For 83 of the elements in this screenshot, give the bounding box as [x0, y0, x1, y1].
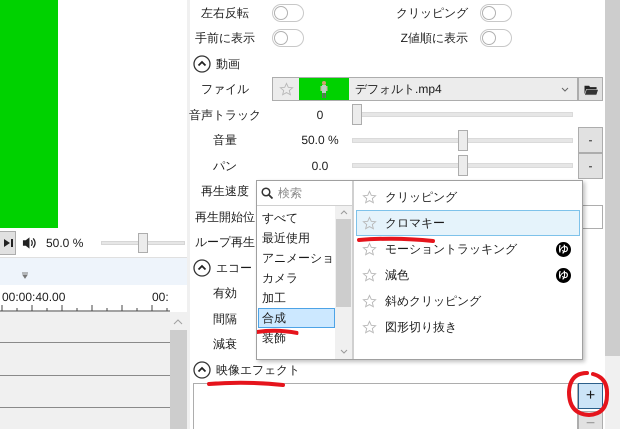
- property-label: パン: [212, 158, 238, 175]
- property-label: 間隔: [212, 310, 238, 328]
- collapse-icon[interactable]: [193, 54, 211, 73]
- star-icon[interactable]: [362, 268, 377, 282]
- effect-name: 斜めクリッピング: [385, 293, 482, 310]
- scrollbar-thumb[interactable]: [336, 219, 351, 307]
- section-title: 映像エフェクト: [216, 360, 300, 379]
- speaker-icon[interactable]: [22, 236, 36, 250]
- search-field[interactable]: 検索: [278, 184, 348, 202]
- time-label: 00:00:40.00: [2, 289, 66, 306]
- slider-thumb[interactable]: [458, 130, 468, 151]
- scrollbar-thumb[interactable]: [605, 0, 620, 356]
- badge: ゆ: [556, 268, 571, 282]
- toggle-switch[interactable]: [480, 4, 512, 22]
- toggle-switch[interactable]: [272, 29, 304, 48]
- property-label: Z値順に表示: [400, 30, 468, 48]
- category-item[interactable]: すべて: [258, 208, 335, 228]
- property-label: 有効: [212, 285, 238, 302]
- sort-icon[interactable]: [21, 272, 29, 279]
- collapse-icon[interactable]: [193, 360, 211, 379]
- effect-name: 図形切り抜き: [385, 319, 458, 336]
- slider-thumb[interactable]: [458, 155, 468, 176]
- star-icon[interactable]: [362, 216, 377, 230]
- scroll-up-icon[interactable]: [172, 318, 184, 326]
- scrollbar-thumb[interactable]: [170, 330, 187, 429]
- collapse-icon[interactable]: [193, 258, 211, 277]
- property-label: 再生速度: [200, 183, 250, 200]
- category-item[interactable]: 装飾: [258, 328, 335, 348]
- slider-thumb[interactable]: [138, 232, 148, 252]
- effect-name: 減色: [385, 267, 410, 284]
- category-item[interactable]: 最近使用: [258, 228, 335, 248]
- property-label: 音声トラック: [189, 106, 261, 124]
- scroll-up-icon[interactable]: [340, 209, 348, 215]
- reset-button[interactable]: -: [578, 152, 603, 179]
- category-item[interactable]: 加工: [258, 288, 335, 308]
- skip-end-button[interactable]: [0, 230, 16, 254]
- chevron-down-icon: [561, 86, 569, 92]
- badge: ゆ: [556, 242, 571, 256]
- scroll-down-icon[interactable]: [340, 349, 348, 355]
- section-title: エコー: [216, 260, 252, 277]
- property-label: ループ再生: [194, 234, 256, 252]
- star-icon[interactable]: [362, 294, 377, 308]
- effect-name: モーショントラッキング: [385, 241, 518, 258]
- open-folder-button[interactable]: [578, 77, 603, 102]
- slider-track[interactable]: [352, 104, 573, 126]
- star-icon[interactable]: [278, 82, 294, 97]
- slider-value: 50.0 %: [300, 132, 340, 150]
- search-icon: [261, 187, 273, 199]
- add-button[interactable]: +: [578, 382, 603, 408]
- volume-slider[interactable]: [101, 232, 186, 252]
- property-label: 左右反転: [200, 4, 250, 22]
- reset-button[interactable]: -: [578, 127, 603, 154]
- category-item[interactable]: カメラ: [258, 268, 335, 288]
- property-label: クリッピング: [396, 4, 468, 22]
- slider-value: 0: [316, 106, 324, 124]
- property-label: 減衰: [212, 336, 238, 354]
- property-label: 手前に表示: [194, 30, 256, 48]
- section-title: 動画: [216, 56, 240, 73]
- time-label: 00:: [152, 289, 169, 306]
- category-item[interactable]: アニメーショ: [258, 248, 335, 268]
- effect-item[interactable]: 斜めクリッピング: [356, 288, 580, 314]
- star-icon[interactable]: [362, 242, 377, 256]
- property-label: ファイル: [200, 81, 250, 98]
- effect-item[interactable]: 減色 ゆ: [356, 262, 580, 288]
- star-icon[interactable]: [362, 190, 377, 204]
- file-name: デフォルト.mp4: [355, 81, 443, 98]
- effect-name: クロマキー: [385, 215, 446, 232]
- volume-value: 50.0 %: [46, 234, 84, 252]
- effect-item[interactable]: クリッピング: [356, 184, 580, 210]
- effect-item[interactable]: 図形切り抜き: [356, 314, 580, 340]
- toggle-switch[interactable]: [480, 29, 512, 48]
- effect-item[interactable]: モーショントラッキング ゆ: [356, 236, 580, 262]
- skip-end-icon: [4, 238, 13, 248]
- toggle-switch[interactable]: [272, 4, 304, 22]
- property-label: 音量: [212, 132, 238, 150]
- property-label: 再生開始位: [194, 208, 256, 226]
- slider-track[interactable]: [352, 130, 573, 151]
- slider-track[interactable]: [352, 155, 573, 176]
- file-dropdown[interactable]: デフォルト.mp4: [272, 77, 578, 102]
- slider-value: 0.0: [310, 158, 330, 175]
- effect-name: クリッピング: [385, 189, 458, 206]
- slider-thumb[interactable]: [352, 104, 362, 126]
- star-icon[interactable]: [362, 320, 377, 334]
